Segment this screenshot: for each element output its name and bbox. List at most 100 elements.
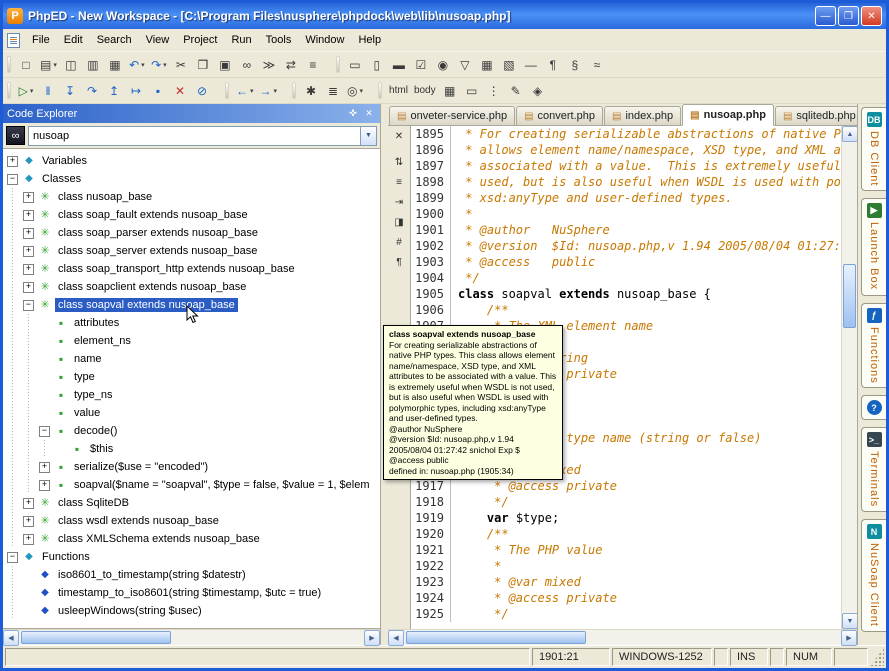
tree-expander[interactable]: +	[39, 462, 50, 473]
combo-dropdown-icon[interactable]: ▼	[360, 127, 376, 145]
body-tag-button[interactable]: body	[411, 80, 439, 101]
show-paragraphs-button[interactable]: ¶	[390, 254, 408, 271]
restore-button[interactable]: ❐	[838, 6, 859, 26]
tag-frame-button[interactable]: ▭	[461, 80, 483, 101]
tree-item[interactable]: +✳class XMLSchema extends nusoap_base	[3, 530, 380, 548]
insert-select-button[interactable]: ▽	[454, 54, 476, 75]
scroll-left-button[interactable]: ◀	[3, 630, 19, 646]
toolbar-grip[interactable]	[292, 82, 296, 99]
run-to-cursor-button[interactable]: ↦	[125, 80, 147, 101]
find-button[interactable]: ∞	[236, 54, 258, 75]
tree-item[interactable]: −◆Classes	[3, 170, 380, 188]
detach-button[interactable]: ⊘	[191, 80, 213, 101]
panel-close-icon[interactable]: ✕	[362, 107, 376, 121]
dock-tab-functions[interactable]: ƒFunctions	[861, 303, 886, 389]
open-file-button[interactable]: ▤▾	[37, 54, 60, 75]
title-bar[interactable]: P PhpED - New Workspace - [C:\Program Fi…	[3, 3, 886, 29]
search-input[interactable]	[29, 127, 360, 145]
tree-item[interactable]: +✳class soap_parser extends nusoap_base	[3, 224, 380, 242]
tree-item[interactable]: +✳class SqliteDB	[3, 494, 380, 512]
paste-button[interactable]: ▣	[214, 54, 236, 75]
code-line[interactable]: 1902 * @version $Id: nusoap.php,v 1.94 2…	[411, 238, 841, 254]
tree-item[interactable]: −◆Functions	[3, 548, 380, 566]
new-file-button[interactable]: □	[15, 54, 37, 75]
tree-expander[interactable]: −	[39, 426, 50, 437]
insert-form-button[interactable]: ▭	[344, 54, 366, 75]
step-over-button[interactable]: ↷	[81, 80, 103, 101]
vscrollbar-thumb[interactable]	[843, 264, 856, 328]
tree-item[interactable]: +✳class wsdl extends nusoap_base	[3, 512, 380, 530]
tree-expander[interactable]: +	[23, 264, 34, 275]
find-next-button[interactable]: ≫	[258, 54, 280, 75]
tree-expander[interactable]: −	[7, 174, 18, 185]
menu-item-run[interactable]: Run	[224, 31, 258, 49]
tree-item[interactable]: +✳class soap_transport_http extends nuso…	[3, 260, 380, 278]
insert-script-button[interactable]: ≈	[586, 54, 608, 75]
code-folding-button[interactable]: ⇅	[390, 154, 408, 171]
code-line[interactable]: 1896 * allows element name/namespace, XS…	[411, 142, 841, 158]
insert-button-button[interactable]: ▬	[388, 54, 410, 75]
code-line[interactable]: 1895 * For creating serializable abstrac…	[411, 126, 841, 142]
tree-item[interactable]: ▪type	[3, 368, 380, 386]
insert-input-button[interactable]: ▯	[366, 54, 388, 75]
tree-expander[interactable]: +	[39, 480, 50, 491]
zoom-button[interactable]: ◎▾	[344, 80, 366, 101]
tree-expander[interactable]: +	[23, 210, 34, 221]
tree-item[interactable]: ▪name	[3, 350, 380, 368]
code-line[interactable]: 1917 * @access private	[411, 478, 841, 494]
markers-button[interactable]: ≣	[322, 80, 344, 101]
code-line[interactable]: 1903 * @access public	[411, 254, 841, 270]
editor-tab-nusoap-php[interactable]: ▤nusoap.php	[682, 104, 774, 126]
toolbar-grip[interactable]	[7, 82, 11, 99]
scroll-left-button[interactable]: ◀	[388, 630, 404, 646]
tree-item[interactable]: ◆timestamp_to_iso8601(string $timestamp,…	[3, 584, 380, 602]
tree-item[interactable]: ▪value	[3, 404, 380, 422]
menu-item-file[interactable]: File	[25, 31, 57, 49]
insert-hr-button[interactable]: ―	[520, 54, 542, 75]
save-all-button[interactable]: ▥	[82, 54, 104, 75]
tree-expander[interactable]: +	[23, 282, 34, 293]
code-line[interactable]: 1900 *	[411, 206, 841, 222]
code-line[interactable]: 1897 * associated with a value. This is …	[411, 158, 841, 174]
scrollbar-thumb[interactable]	[21, 631, 171, 644]
insert-break-button[interactable]: ¶	[542, 54, 564, 75]
tree-item[interactable]: ▪element_ns	[3, 332, 380, 350]
tree-item[interactable]: +✳class nusoap_base	[3, 188, 380, 206]
print-button[interactable]: ▦	[104, 54, 126, 75]
pause-button[interactable]: ‖	[37, 80, 59, 101]
scroll-up-button[interactable]: ▲	[842, 126, 858, 142]
scroll-right-button[interactable]: ▶	[841, 630, 857, 646]
toolbar-grip[interactable]	[225, 82, 229, 99]
pin-icon[interactable]: ✜	[346, 107, 360, 121]
dock-tab-terminals[interactable]: >_Terminals	[861, 427, 886, 512]
dock-tab-help[interactable]: ?	[861, 395, 886, 420]
tree-item[interactable]: +▪soapval($name = "soapval", $type = fal…	[3, 476, 380, 494]
code-explorer-header[interactable]: Code Explorer ✜ ✕	[3, 104, 380, 123]
code-line[interactable]: 1901 * @author NuSphere	[411, 222, 841, 238]
tree-item[interactable]: −▪decode()	[3, 422, 380, 440]
scroll-down-button[interactable]: ▼	[842, 613, 858, 629]
editor-tab-onveter-service-php[interactable]: ▤onveter-service.php	[389, 106, 515, 125]
tree-expander[interactable]: +	[7, 156, 18, 167]
code-line[interactable]: 1925 */	[411, 606, 841, 622]
indent-guides-button[interactable]: ⇥	[390, 194, 408, 211]
code-line[interactable]: 1919 var $type;	[411, 510, 841, 526]
tree-expander[interactable]: +	[23, 498, 34, 509]
redo-button[interactable]: ↷▾	[148, 54, 170, 75]
dock-tab-launch-box[interactable]: ▶Launch Box	[861, 198, 886, 295]
tree-item[interactable]: ◆iso8601_to_timestamp(string $datestr)	[3, 566, 380, 584]
html-tag-button[interactable]: html	[386, 80, 411, 101]
menu-item-help[interactable]: Help	[351, 31, 388, 49]
tree-item[interactable]: +▪serialize($use = "encoded")	[3, 458, 380, 476]
document-icon[interactable]	[7, 33, 20, 48]
code-line[interactable]: 1918 */	[411, 494, 841, 510]
menu-item-tools[interactable]: Tools	[259, 31, 299, 49]
tree-item[interactable]: +✳class soap_server extends nusoap_base	[3, 242, 380, 260]
editor-horizontal-scrollbar[interactable]: ◀ ▶	[388, 629, 857, 645]
code-line[interactable]: 1898 * used, but is also useful when WSD…	[411, 174, 841, 190]
stop-debug-button[interactable]: ▪	[147, 80, 169, 101]
tree-expander[interactable]: +	[23, 192, 34, 203]
editor-tab-convert-php[interactable]: ▤convert.php	[516, 106, 603, 125]
resize-grip[interactable]	[870, 648, 884, 666]
tree-item[interactable]: ◆usleepWindows(string $usec)	[3, 602, 380, 620]
